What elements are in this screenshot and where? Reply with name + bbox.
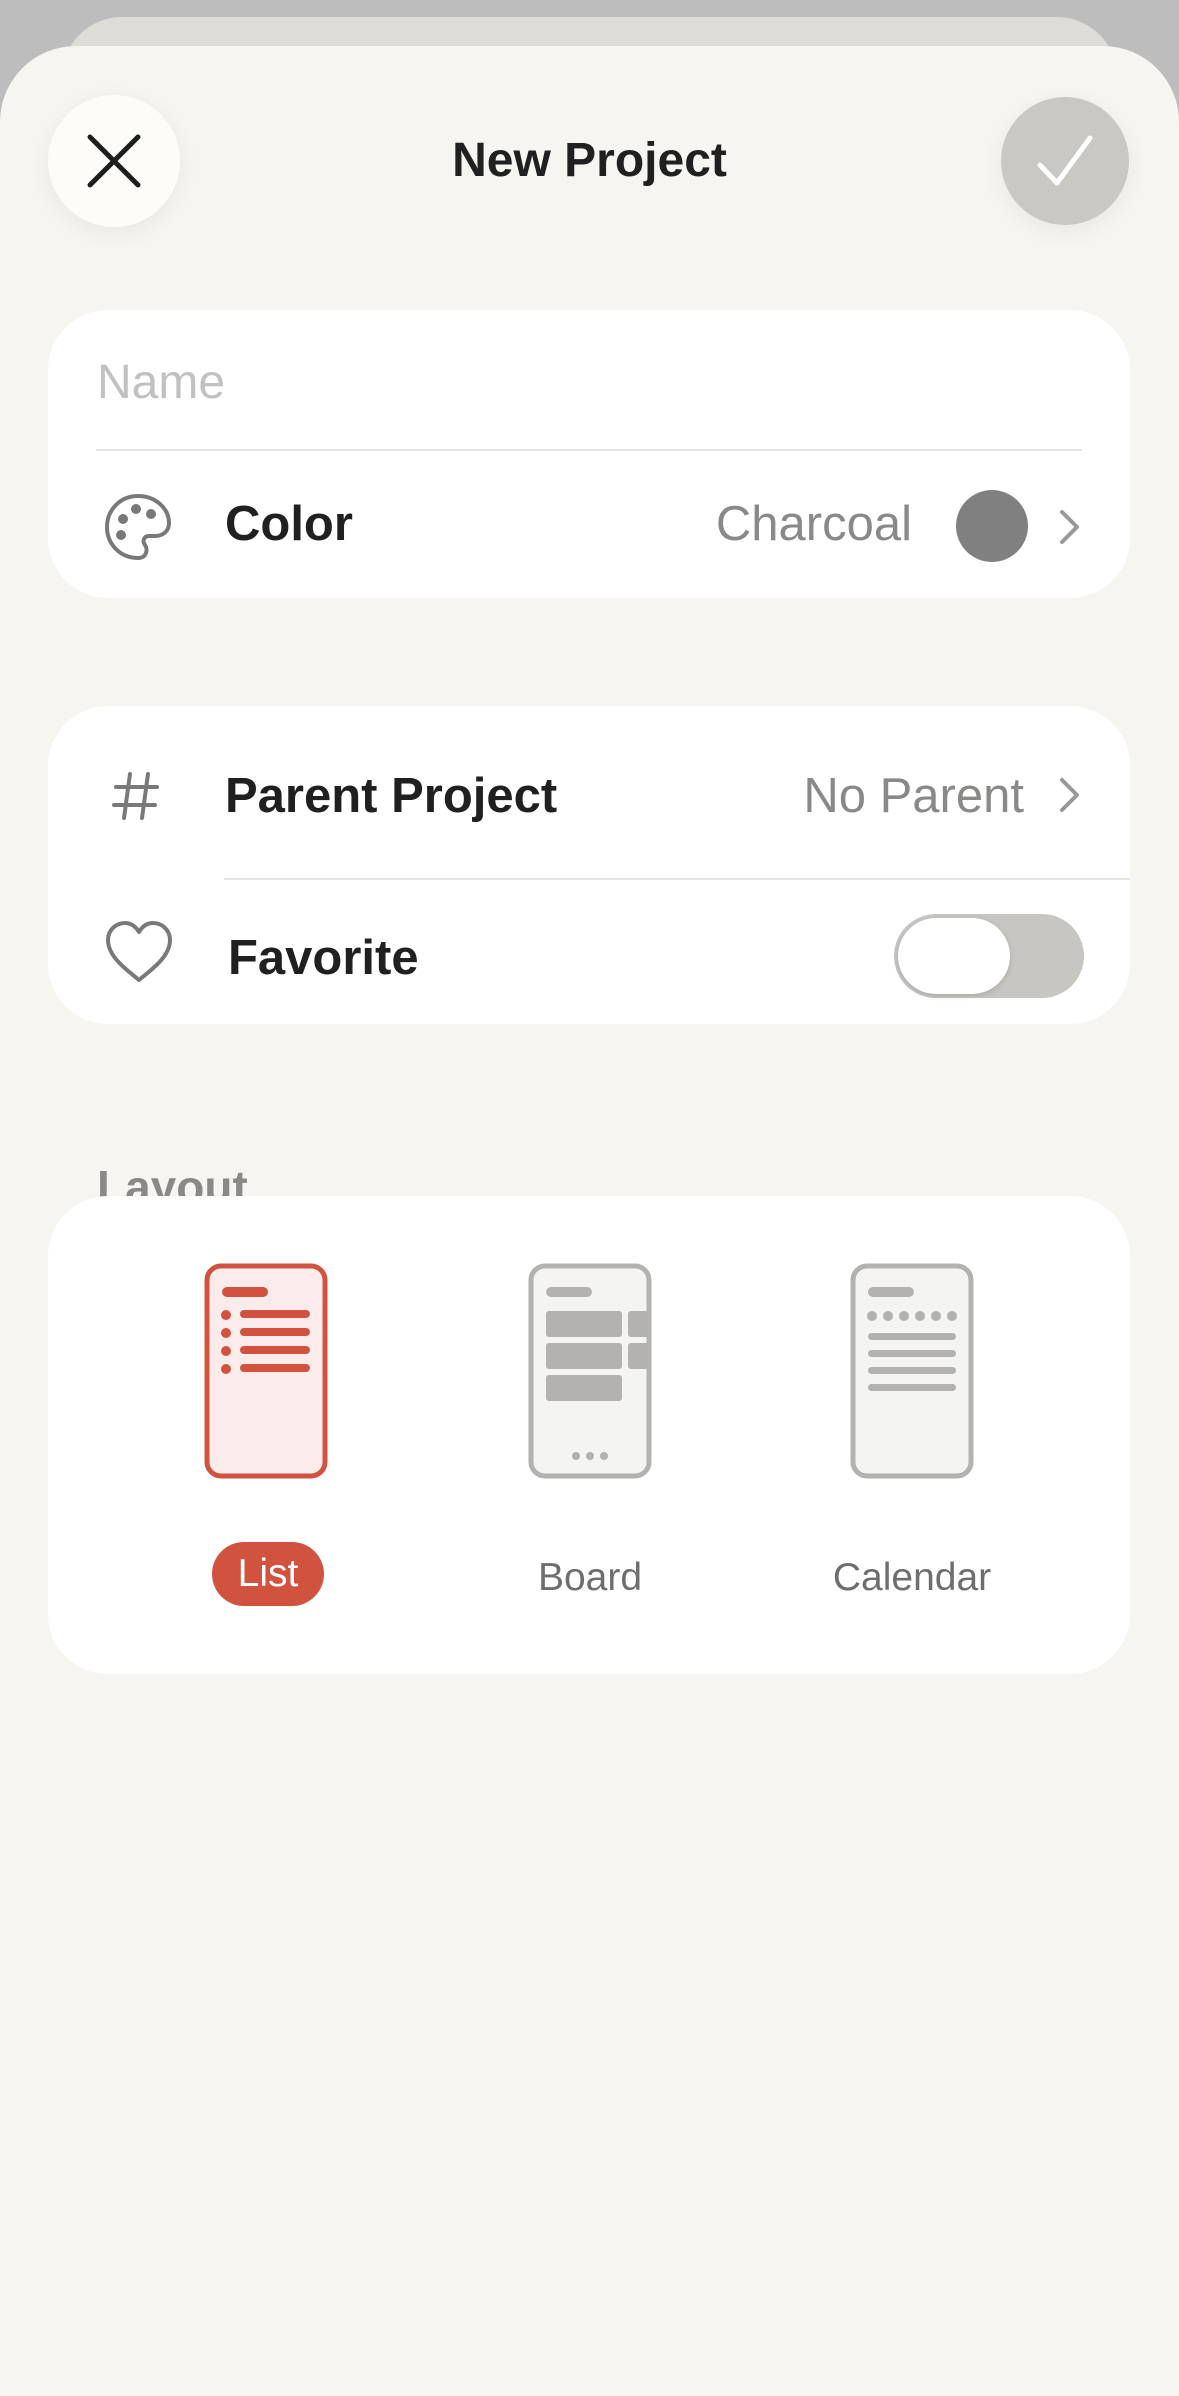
favorite-row: Favorite (48, 706, 1130, 1024)
toggle-knob (898, 918, 1010, 994)
palette-icon (105, 494, 171, 560)
new-project-sheet: New Project Color Charcoal (0, 46, 1179, 2396)
checkmark-icon (1037, 135, 1093, 186)
layout-option-board[interactable]: Board (460, 1196, 720, 1674)
layout-option-calendar[interactable]: Calendar (779, 1196, 1039, 1674)
done-button[interactable] (1001, 97, 1129, 225)
project-details-card: Color Charcoal (48, 310, 1130, 598)
layout-option-label: Board (537, 1556, 643, 1599)
chevron-right-icon (1060, 510, 1079, 544)
layout-option-label-selected: List (212, 1542, 324, 1606)
color-label: Color (225, 497, 353, 551)
favorite-toggle[interactable] (894, 914, 1084, 998)
favorite-label: Favorite (228, 931, 419, 985)
color-row[interactable]: Color Charcoal (48, 452, 1130, 598)
layout-option-label: Calendar (832, 1556, 992, 1599)
heart-icon (106, 921, 172, 982)
divider (96, 449, 1082, 451)
layout-option-list[interactable]: List (138, 1196, 398, 1674)
board-layout-icon (528, 1263, 652, 1479)
list-layout-icon (204, 1263, 328, 1479)
name-input[interactable] (97, 340, 1057, 424)
color-swatch (956, 490, 1028, 562)
project-options-card: Parent Project No Parent Favorite (48, 706, 1130, 1024)
calendar-layout-icon (850, 1263, 974, 1479)
color-value: Charcoal (715, 497, 912, 551)
layout-card: List Board Calendar (48, 1196, 1130, 1674)
